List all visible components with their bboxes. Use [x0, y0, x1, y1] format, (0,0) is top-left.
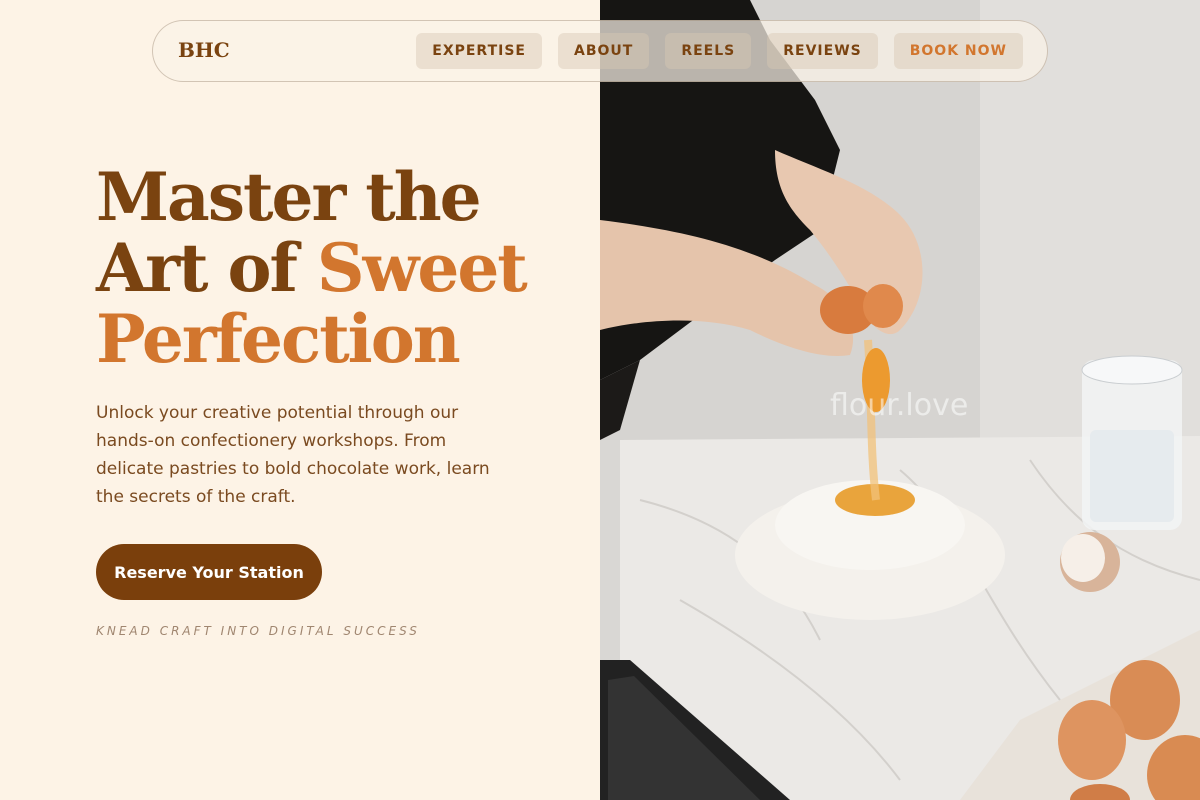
- hero-description: Unlock your creative potential through o…: [96, 403, 490, 507]
- reserve-station-button[interactable]: Reserve Your Station: [96, 544, 322, 600]
- nav-link-reels[interactable]: REELS: [665, 33, 752, 69]
- nav-links: EXPERTISE ABOUT REELS REVIEWS BOOK NOW: [416, 33, 1023, 69]
- nav-link-expertise[interactable]: EXPERTISE: [416, 33, 542, 69]
- headline-line-3: Perfection: [96, 300, 461, 378]
- nav-link-about[interactable]: ABOUT: [558, 33, 650, 69]
- hero-headline: Master the Art of Sweet Perfection: [96, 162, 596, 375]
- nav-link-reviews[interactable]: REVIEWS: [767, 33, 878, 69]
- headline-line-1: Master the: [96, 158, 482, 236]
- headline-line-2: Art of: [96, 229, 317, 307]
- brand-logo[interactable]: BHC: [178, 38, 230, 62]
- nav-link-book-now[interactable]: BOOK NOW: [893, 33, 1023, 69]
- headline-accent-sweet: Sweet: [316, 229, 528, 307]
- hero-tagline: KNEAD CRAFT INTO DIGITAL SUCCESS: [96, 624, 420, 638]
- hero-photo: flour.love: [600, 0, 1200, 800]
- top-navbar: BHC EXPERTISE ABOUT REELS REVIEWS BOOK N…: [152, 20, 1048, 82]
- photo-watermark: flour.love: [830, 388, 969, 423]
- hero-left-panel: Master the Art of Sweet Perfection Unloc…: [0, 0, 600, 800]
